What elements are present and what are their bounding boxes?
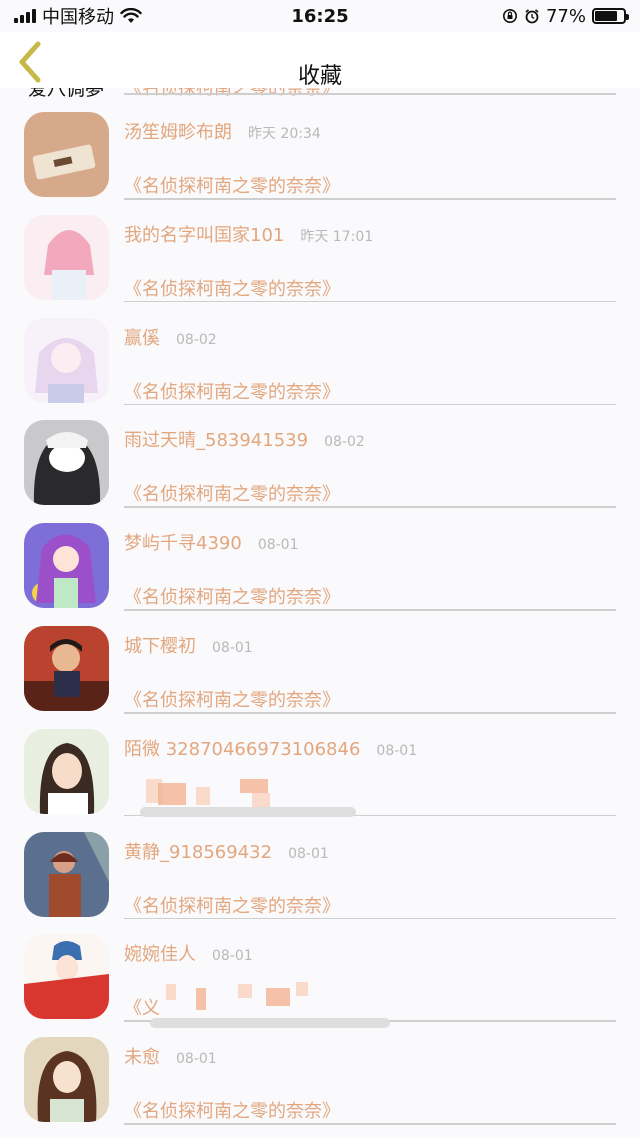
divider [124,403,616,406]
censor-pixel-block [252,792,270,807]
user-name[interactable]: 汤笙姆畛布朗 [124,118,232,144]
timestamp: 08-01 [176,1051,217,1068]
divider [124,712,616,714]
divider [124,609,616,611]
name-line: 婉婉佳人 08-01 [124,940,253,966]
book-title[interactable]: 《义 [124,994,160,1020]
list-item[interactable]: 婉婉佳人 08-01 《义 [0,920,640,1029]
name-line: 梦屿千寻4390 08-01 [124,529,299,555]
timestamp: 08-02 [176,331,217,348]
carrier-name: 中国移动 [42,7,114,28]
list-item[interactable]: 城下樱初 08-01 《名侦探柯南之零的奈奈》 [0,612,640,715]
nav-bar: 收藏 [0,32,640,89]
book-title[interactable]: 《名侦探柯南之零的奈奈》 [124,275,340,301]
user-name[interactable]: 雨过天晴_583941539 [124,426,308,452]
timestamp: 昨天 17:01 [300,228,374,245]
censor-shadow-bar [140,806,356,817]
status-left: 中国移动 [14,3,142,29]
timestamp: 08-01 [212,640,253,656]
divider [124,506,616,508]
favorites-scroll-area[interactable]: 爱八倜夢 《名侦探柯南之零的奈奈》 汤笙姆畛布朗 昨天 20:34 《名侦探柯南之零… [0,88,640,1138]
avatar[interactable] [24,626,109,711]
timestamp: 08-01 [257,537,299,554]
censor-pixel-block [166,984,176,1001]
censor-pixel-block [240,778,268,793]
divider [124,300,616,303]
list-item[interactable]: 陌微 32870466973106846 08-01 [0,715,640,818]
avatar[interactable] [24,831,109,917]
list-item[interactable]: 黄静_918569432 08-01 《名侦探柯南之零的奈奈》 [0,818,640,921]
name-line: 城下樱初 08-01 [124,632,253,658]
censor-pixel-block [196,786,210,805]
book-title[interactable]: 《名侦探柯南之零的奈奈》 [124,686,340,712]
user-name[interactable]: 黄静_918569432 [124,838,272,864]
avatar[interactable] [24,420,109,506]
user-name[interactable]: 陌微 32870466973106846 [124,735,360,761]
divider [124,198,616,200]
book-title[interactable]: 《名侦探柯南之零的奈奈》 [124,1097,340,1123]
avatar[interactable] [24,1037,109,1123]
name-line: 陌微 32870466973106846 08-01 [124,735,417,761]
book-title[interactable]: 《名侦探柯南之零的奈奈》 [124,583,340,609]
wifi-icon [120,8,142,23]
name-line: 黄静_918569432 08-01 [124,838,329,864]
battery-level-fill [595,11,617,21]
battery-percent: 77% [545,5,586,27]
name-line: 赢傒 08-02 [124,324,217,350]
user-name[interactable]: 梦屿千寻4390 [124,529,242,555]
user-name[interactable]: 赢傒 [124,324,160,350]
list-item[interactable]: 雨过天晴_583941539 08-02 《名侦探柯南之零的奈奈》 [0,406,640,509]
divider [124,917,616,920]
timestamp: 08-01 [288,845,329,862]
avatar[interactable] [24,214,109,300]
censor-pixel-block [296,982,308,997]
battery-icon [592,8,629,24]
user-name[interactable]: 城下樱初 [124,632,196,658]
timestamp: 昨天 20:34 [248,126,321,142]
list-item[interactable]: 赢傒 08-02 《名侦探柯南之零的奈奈》 [0,304,640,407]
divider [124,1123,616,1125]
censor-pixel-block [158,782,186,805]
avatar[interactable] [24,934,109,1020]
name-line: 未愈 08-01 [124,1043,217,1069]
list-item[interactable]: 未愈 08-01 《名侦探柯南之零的奈奈》 [0,1023,640,1126]
censor-pixel-block [196,988,206,1011]
book-title[interactable]: 《名侦探柯南之零的奈奈》 [124,378,340,404]
list-item[interactable]: 我的名字叫国家101 昨天 17:01 《名侦探柯南之零的奈奈》 [0,201,640,304]
book-title[interactable]: 《名侦探柯南之零的奈奈》 [124,172,340,198]
page-title: 收藏 [297,64,342,89]
name-line: 我的名字叫国家101 昨天 17:01 [124,221,373,247]
book-title[interactable]: 《名侦探柯南之零的奈奈》 [124,892,340,918]
user-name[interactable]: 我的名字叫国家101 [124,221,284,247]
list-item[interactable]: 汤笙姆畛布朗 昨天 20:34 《名侦探柯南之零的奈奈》 [0,98,640,201]
avatar[interactable] [24,112,109,197]
avatar[interactable] [24,523,109,609]
timestamp: 08-01 [212,948,253,965]
orientation-lock-icon [502,9,517,23]
timestamp: 08-02 [324,434,365,451]
user-name[interactable]: 未愈 [124,1043,160,1069]
censor-pixel-block [238,984,252,999]
censor-pixel-block [266,988,290,1007]
book-title[interactable]: 《名侦探柯南之零的奈奈》 [124,480,340,506]
avatar[interactable] [24,317,109,403]
avatar[interactable] [24,728,109,814]
status-right: 77% [502,5,629,27]
user-name[interactable]: 婉婉佳人 [124,940,196,966]
name-line: 汤笙姆畛布朗 昨天 20:34 [124,118,321,144]
divider [124,93,616,95]
list-item[interactable]: 梦屿千寻4390 08-01 《名侦探柯南之零的奈奈》 [0,509,640,612]
status-bar: 中国移动 16:25 77% [0,0,640,32]
name-line: 雨过天晴_583941539 08-02 [124,426,365,452]
alarm-icon [525,9,539,24]
cellular-signal-icon [14,9,36,23]
timestamp: 08-01 [376,742,418,759]
